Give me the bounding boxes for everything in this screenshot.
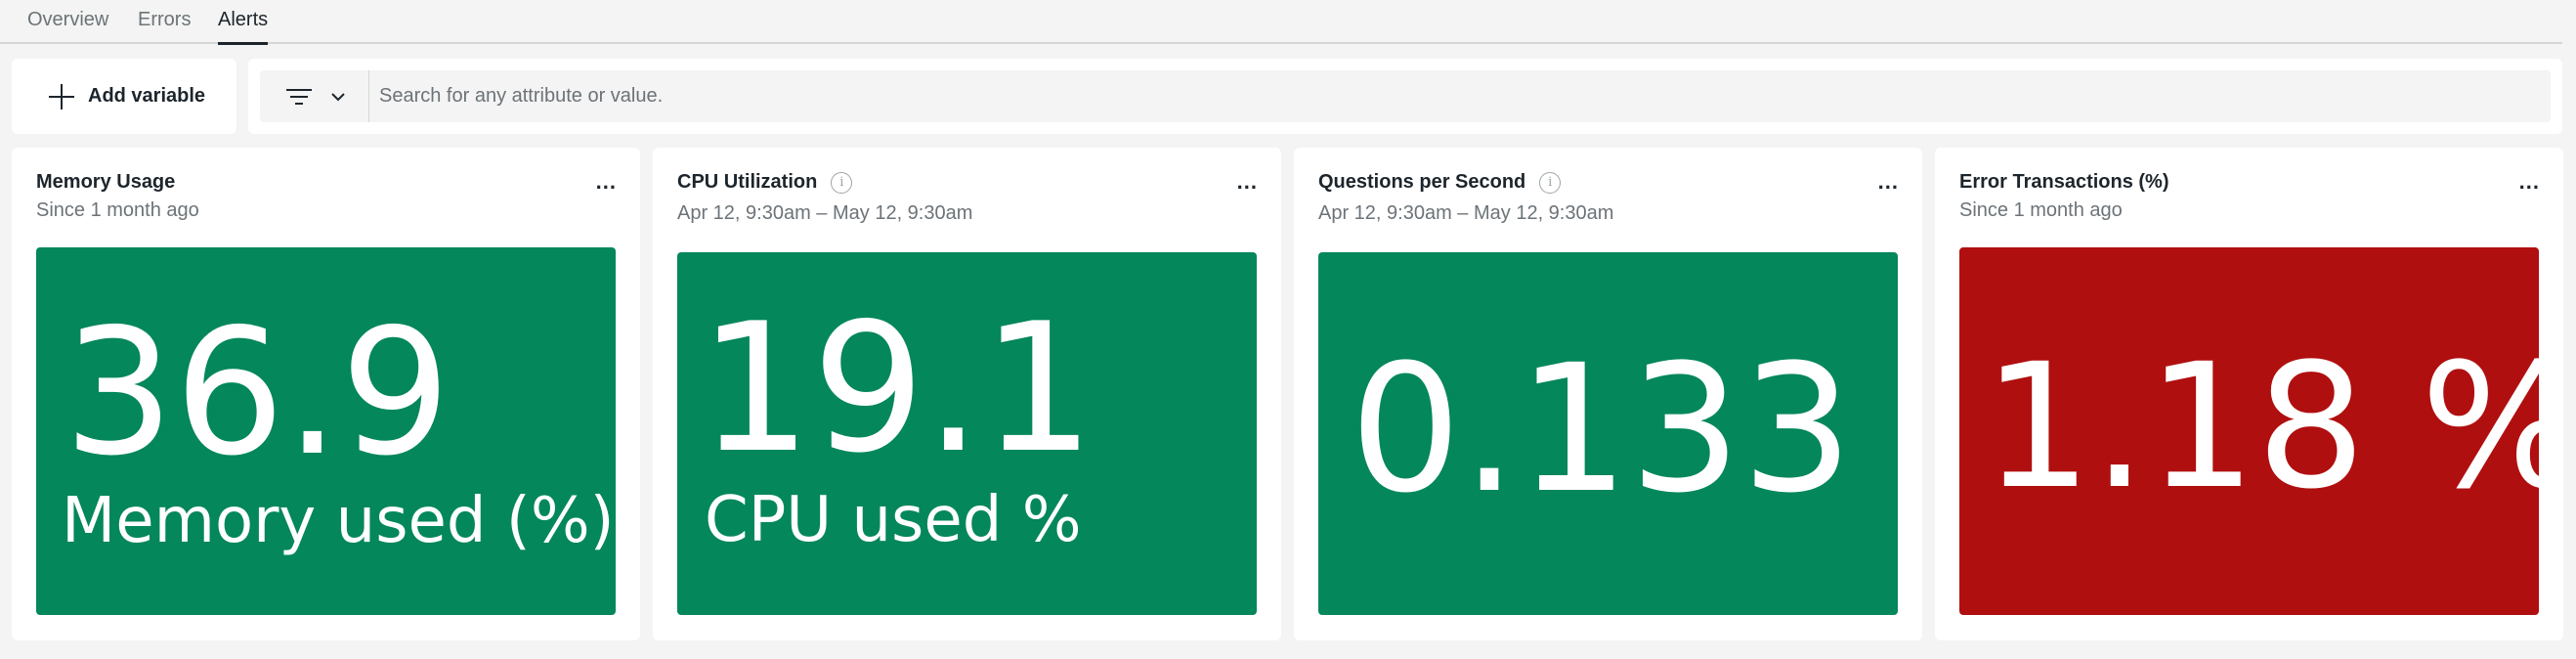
widget-questions-per-second: Questions per Second i Apr 12, 9:30am – M…: [1294, 148, 1922, 640]
billboard-value: 0.133: [1350, 328, 1854, 532]
info-icon[interactable]: i: [1539, 171, 1562, 194]
tab-overview[interactable]: Overview: [27, 9, 108, 42]
widget-title: Memory Usage: [36, 171, 175, 194]
add-variable-button[interactable]: Add variable: [12, 59, 236, 134]
info-icon[interactable]: i: [831, 171, 853, 194]
billboard-tile[interactable]: 1.18 %: [1959, 247, 2539, 615]
billboard-tile[interactable]: 19.1 CPU used %: [677, 252, 1257, 615]
widget-title: CPU Utilization i: [677, 171, 853, 194]
tab-bar: Overview Errors Alerts: [0, 0, 2562, 45]
search-input[interactable]: [369, 70, 2551, 122]
widget-subtitle: Apr 12, 9:30am – May 12, 9:30am: [1318, 202, 1614, 224]
widget-title-text: Error Transactions (%): [1959, 171, 2169, 193]
widget-menu-icon[interactable]: ...: [2519, 171, 2540, 193]
widget-title: Error Transactions (%): [1959, 171, 2169, 194]
add-variable-label: Add variable: [88, 85, 206, 107]
widget-memory-usage: Memory Usage Since 1 month ago ... 36.9 …: [12, 148, 640, 640]
search-bar: [260, 70, 2551, 122]
billboard-value: 36.9: [64, 291, 451, 494]
widget-title: Questions per Second i: [1318, 171, 1562, 194]
widget-subtitle: Since 1 month ago: [36, 199, 199, 221]
tab-errors[interactable]: Errors: [138, 9, 191, 42]
chevron-down-icon: [331, 92, 345, 101]
widget-menu-icon[interactable]: ...: [596, 171, 617, 193]
filter-bar: [248, 59, 2562, 134]
widget-title-text: Questions per Second: [1318, 171, 1526, 193]
filter-dropdown-button[interactable]: [260, 70, 369, 122]
widget-title-text: Memory Usage: [36, 171, 176, 193]
widget-menu-icon[interactable]: ...: [1878, 171, 1899, 193]
widget-subtitle: Apr 12, 9:30am – May 12, 9:30am: [677, 202, 973, 224]
plus-icon: [49, 83, 74, 110]
widget-menu-icon[interactable]: ...: [1237, 171, 1258, 193]
billboard-tile[interactable]: 36.9 Memory used (%): [36, 247, 616, 615]
widget-cpu-utilization: CPU Utilization i Apr 12, 9:30am – May 12…: [653, 148, 1281, 640]
billboard-value: 1.18 %: [1983, 327, 2539, 527]
widget-subtitle: Since 1 month ago: [1959, 199, 2123, 221]
billboard-label: Memory used (%): [62, 485, 615, 557]
billboard-label: CPU used %: [705, 484, 1082, 556]
billboard-tile[interactable]: 0.133: [1318, 252, 1898, 615]
widget-error-transactions: Error Transactions (%) Since 1 month ago…: [1935, 148, 2563, 640]
billboard-value: 19.1: [699, 285, 1095, 492]
filter-icon: [286, 88, 312, 105]
widget-title-text: CPU Utilization: [677, 171, 818, 193]
tab-alerts[interactable]: Alerts: [218, 9, 269, 45]
